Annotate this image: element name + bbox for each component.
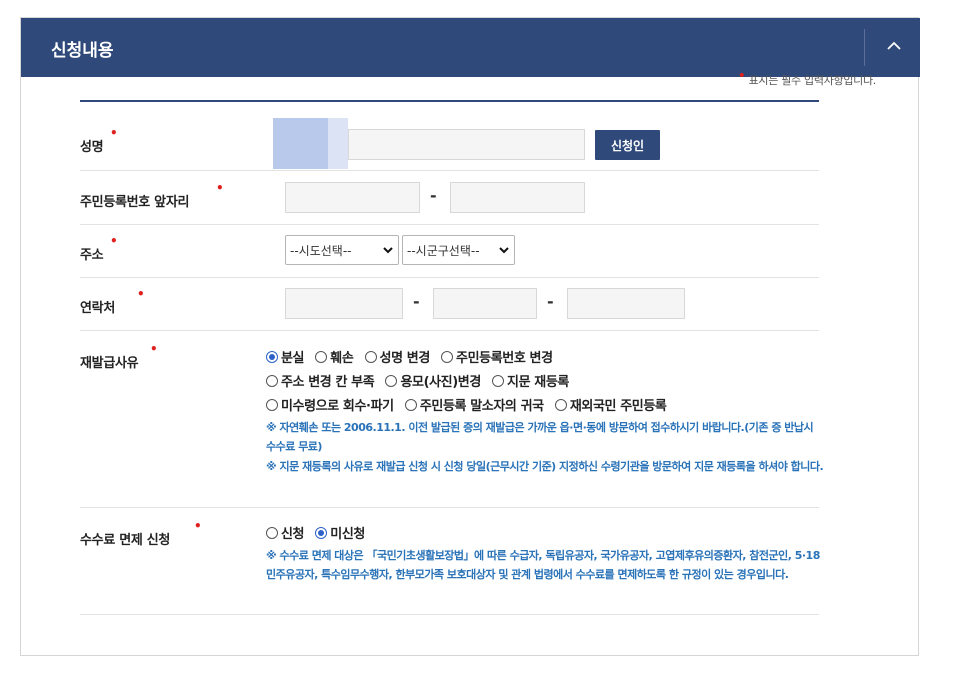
required-note: • 표시는 필수 입력사항입니다. — [737, 68, 877, 87]
rrn-input-1[interactable] — [285, 182, 420, 213]
radio-circle — [492, 374, 505, 387]
radio-photo-change[interactable]: 용모(사진)변경 — [385, 371, 481, 390]
label-phone: 연락처 • — [80, 287, 145, 316]
radio-circle — [554, 398, 567, 411]
radio-circle — [404, 398, 417, 411]
panel-header: 신청내용 — [21, 18, 920, 77]
radio-rrn-change[interactable]: 주민등록번호 변경 — [441, 347, 553, 366]
radio-name-change[interactable]: 성명 변경 — [364, 347, 430, 366]
radio-circle — [315, 350, 328, 363]
label-name: 성명 • — [80, 126, 118, 155]
rrn-input-2[interactable] — [450, 182, 585, 213]
radio-circle — [441, 350, 454, 363]
reason-note-1: ※ 자연훼손 또는 2006.11.1. 이전 발급된 증의 재발급은 가까운 … — [266, 421, 814, 453]
sido-select[interactable]: --시도선택-- — [285, 235, 399, 265]
label-rrn: 주민등록번호 앞자리 • — [80, 181, 224, 210]
chevron-down-icon — [383, 247, 393, 254]
label-address: 주소 • — [80, 234, 118, 263]
sigungu-select[interactable]: --시군구선택-- — [402, 235, 515, 265]
phone-input-2[interactable] — [433, 288, 537, 319]
row-fee: 수수료 면제 신청 • 신청 미신청 ※ 수수료 면제 대상은 「국민기초생활보장… — [80, 507, 820, 615]
fee-note: ※ 수수료 면제 대상은 「국민기초생활보장법」에 따른 수급자, 독립유공자,… — [266, 549, 820, 581]
label-reason: 재발급사유 • — [80, 342, 158, 371]
rrn-dash: - — [430, 186, 437, 205]
radio-unclaimed[interactable]: 미수령으로 회수·파기 — [266, 395, 394, 414]
label-fee: 수수료 면제 신청 • — [80, 519, 202, 548]
phone-input-3[interactable] — [567, 288, 685, 319]
radio-circle — [364, 350, 377, 363]
radio-circle — [266, 398, 278, 411]
applicant-button[interactable]: 신청인 — [595, 130, 660, 160]
phone-dash-2: - — [547, 292, 554, 311]
radio-overseas[interactable]: 재외국민 주민등록 — [554, 395, 667, 414]
chevron-down-icon — [499, 247, 509, 254]
radio-damaged[interactable]: 훼손 — [315, 347, 354, 366]
chevron-up-icon — [887, 41, 901, 50]
reason-radio-line-2: 주소 변경 칸 부족 용모(사진)변경 지문 재등록 — [266, 371, 576, 391]
radio-fee-none[interactable]: 미신청 — [315, 523, 365, 542]
required-dot: • — [737, 68, 746, 84]
radio-circle — [385, 374, 398, 387]
name-highlight — [273, 118, 328, 169]
row-reason: 재발급사유 • 분실 훼손 성명 변경 주민등록번호 변경 주소 변경 칸 부족 … — [80, 330, 824, 508]
radio-circle — [266, 350, 278, 363]
radio-return[interactable]: 주민등록 말소자의 귀국 — [404, 395, 544, 414]
radio-fee-apply[interactable]: 신청 — [266, 523, 305, 542]
panel-title: 신청내용 — [51, 41, 114, 61]
radio-lost[interactable]: 분실 — [266, 347, 305, 366]
phone-dash-1: - — [413, 292, 420, 311]
reason-radio-line-3: 미수령으로 회수·파기 주민등록 말소자의 귀국 재외국민 주민등록 — [266, 395, 673, 415]
reason-radio-line-1: 분실 훼손 성명 변경 주민등록번호 변경 — [266, 347, 560, 367]
name-input[interactable] — [348, 129, 585, 160]
reason-note-2: ※ 지문 재등록의 사유로 재발급 신청 시 신청 당일(근무시간 기준) 지정… — [266, 460, 824, 473]
name-highlight-edge — [328, 118, 348, 169]
radio-address-full[interactable]: 주소 변경 칸 부족 — [266, 371, 375, 390]
fee-radio-line: 신청 미신청 — [266, 523, 372, 543]
collapse-button[interactable] — [876, 29, 914, 66]
radio-circle — [315, 526, 328, 539]
phone-input-1[interactable] — [285, 288, 403, 319]
radio-fingerprint[interactable]: 지문 재등록 — [492, 371, 569, 390]
header-divider — [864, 29, 865, 66]
radio-circle — [266, 374, 278, 387]
radio-circle — [266, 526, 278, 539]
